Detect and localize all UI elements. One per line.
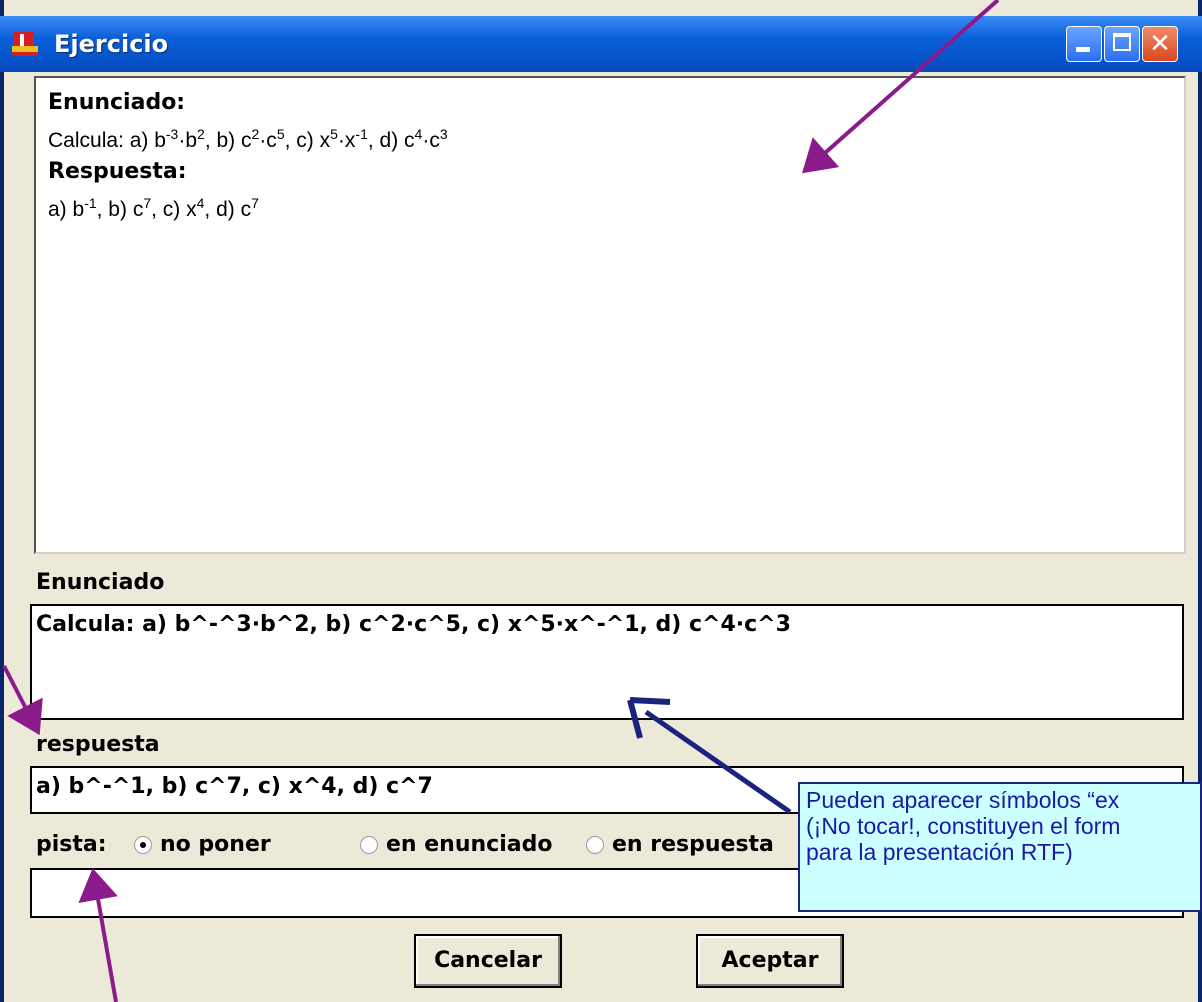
arrow-to-preview xyxy=(802,0,1000,174)
arrow-to-enunciado-field xyxy=(627,697,792,815)
arrow-to-respuesta-label xyxy=(2,665,43,736)
arrow-to-pista-field xyxy=(78,868,118,1002)
annotation-arrows xyxy=(2,0,1000,1002)
